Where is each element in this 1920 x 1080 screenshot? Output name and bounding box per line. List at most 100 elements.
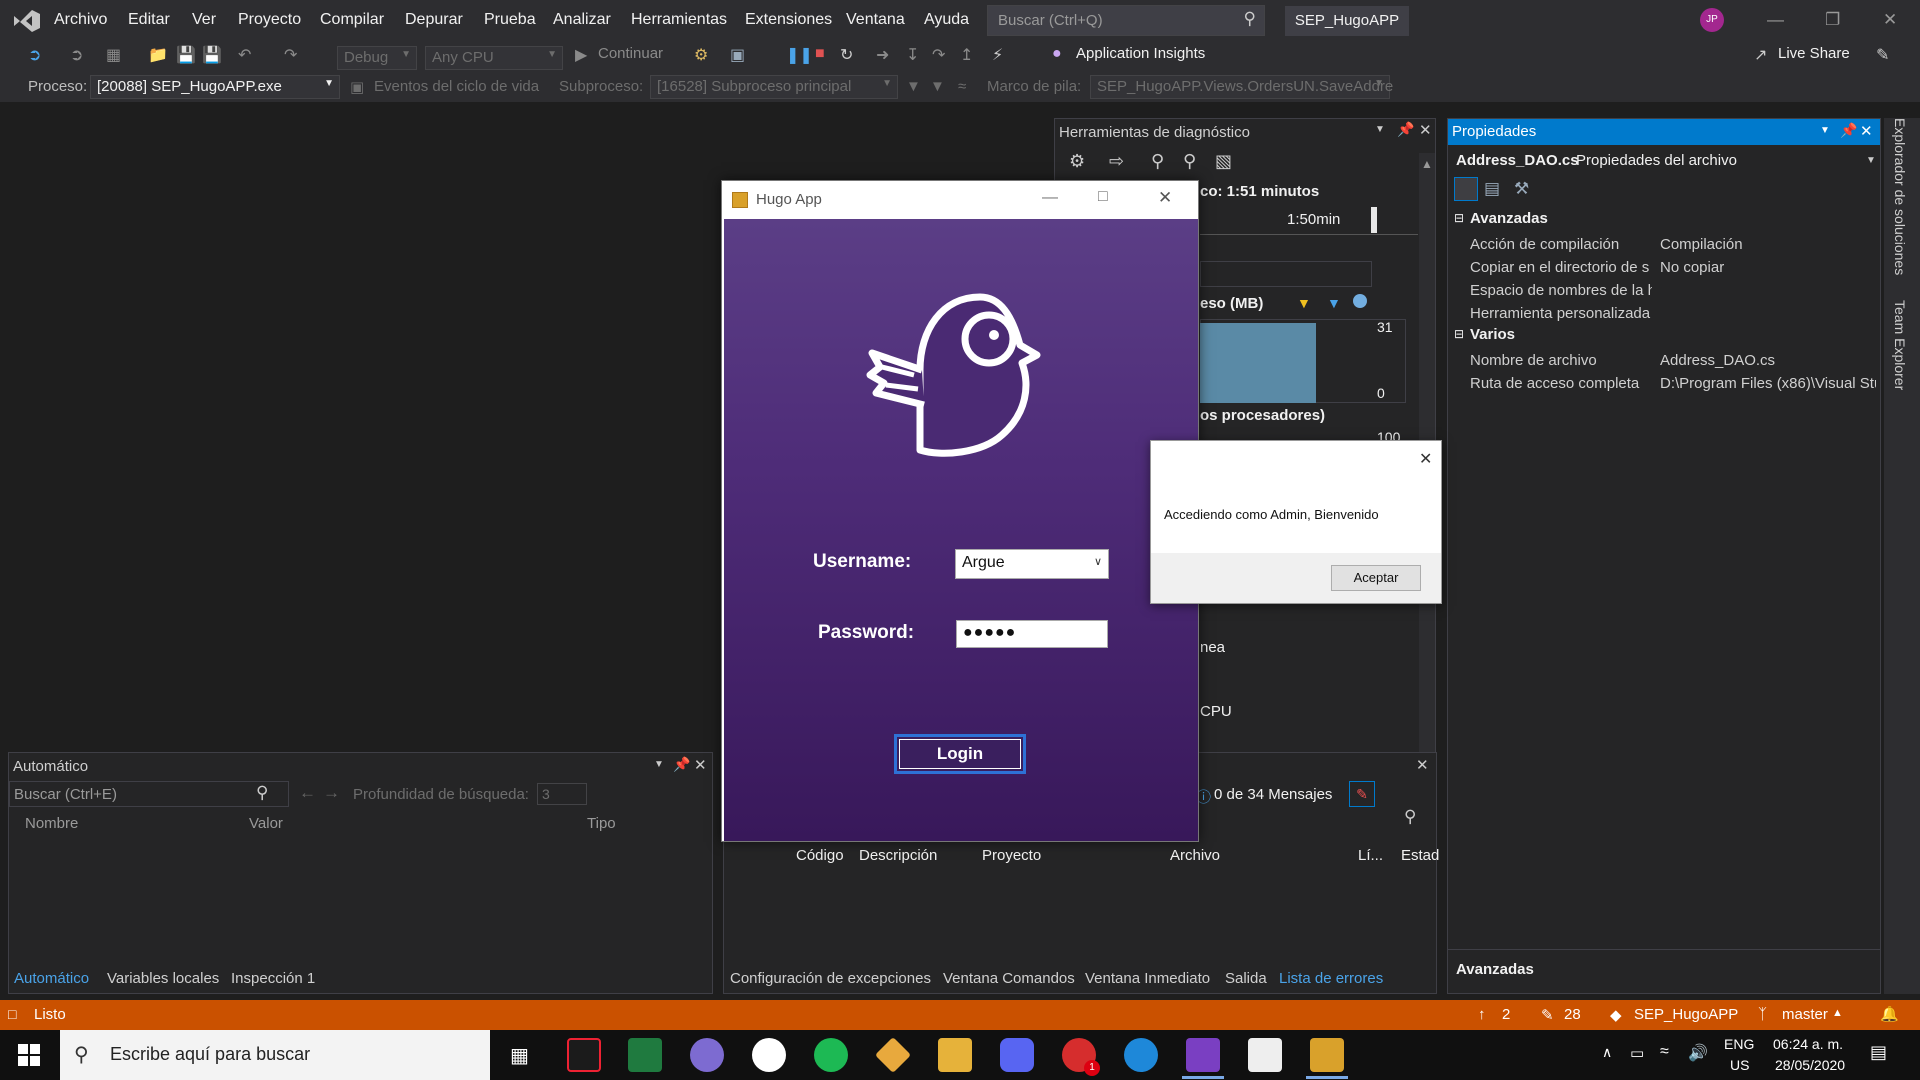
filter-icon[interactable]: ▼ — [906, 78, 921, 95]
action-center-icon[interactable]: ▤ — [1870, 1042, 1887, 1063]
alphabetical-icon[interactable]: ▤ — [1484, 179, 1500, 199]
thread-select[interactable]: [16528] Subproceso principal ▼ — [650, 75, 898, 99]
sourcetree-icon[interactable] — [874, 1036, 912, 1074]
close-panel-icon[interactable]: ✕ — [1416, 756, 1429, 774]
accept-button[interactable]: Aceptar — [1331, 565, 1421, 591]
redo-icon[interactable]: ↷ — [284, 45, 297, 65]
menu-ayuda[interactable]: Ayuda — [924, 11, 969, 29]
unpushed-count[interactable]: 2 — [1502, 1006, 1510, 1023]
summary-row[interactable]: nea — [1200, 639, 1225, 656]
search-icon[interactable]: ⚲ — [1404, 807, 1416, 827]
screenshot-icon[interactable]: ▣ — [730, 45, 745, 65]
password-field[interactable]: ●●●●● — [956, 620, 1108, 648]
region-code[interactable]: US — [1730, 1057, 1749, 1073]
restore-icon[interactable]: ❐ — [1825, 10, 1840, 30]
close-panel-icon[interactable]: ✕ — [1419, 121, 1432, 139]
file-explorer-icon[interactable] — [938, 1038, 972, 1072]
battery-icon[interactable]: ▭ — [1630, 1044, 1644, 1062]
pause-icon[interactable]: ❚❚ — [786, 45, 813, 65]
lifecycle-events-button[interactable]: Eventos del ciclo de vida — [374, 78, 539, 95]
tab-locals[interactable]: Variables locales — [107, 970, 219, 987]
menu-compilar[interactable]: Compilar — [320, 11, 384, 29]
tab-output[interactable]: Salida — [1225, 970, 1267, 987]
app-icon[interactable] — [690, 1038, 724, 1072]
app-insights-button[interactable]: Application Insights — [1076, 45, 1205, 62]
minimize-icon[interactable]: — — [1042, 189, 1058, 207]
tab-error-list[interactable]: Lista de errores — [1279, 970, 1383, 987]
windows-start-icon[interactable] — [18, 1044, 40, 1066]
pin-icon[interactable]: 📌 — [1397, 121, 1414, 138]
username-combobox[interactable]: Argue ∨ — [955, 549, 1109, 579]
continue-icon[interactable]: ▶ — [575, 45, 587, 65]
menu-ver[interactable]: Ver — [192, 11, 216, 29]
tab-command-window[interactable]: Ventana Comandos — [943, 970, 1075, 987]
category-varios[interactable]: Varios — [1470, 326, 1515, 343]
avatar[interactable]: JP — [1700, 8, 1724, 32]
column-code[interactable]: Código — [796, 847, 844, 864]
branch-name[interactable]: master — [1782, 1006, 1828, 1023]
menu-editar[interactable]: Editar — [128, 11, 170, 29]
live-share-button[interactable]: Live Share — [1778, 45, 1850, 62]
category-avanzadas[interactable]: Avanzadas — [1470, 210, 1548, 227]
tab-watch-1[interactable]: Inspección 1 — [231, 970, 315, 987]
edge-icon[interactable] — [1124, 1038, 1158, 1072]
search-input[interactable]: Buscar (Ctrl+Q) ⚲ — [987, 5, 1265, 36]
rider-icon[interactable] — [567, 1038, 601, 1072]
column-status[interactable]: Estad — [1401, 847, 1439, 864]
column-type[interactable]: Tipo — [587, 815, 616, 832]
settings-gear-icon[interactable]: ⚙ — [1069, 151, 1085, 172]
property-pages-icon[interactable]: ⚒ — [1514, 179, 1529, 199]
categorized-icon[interactable] — [1454, 177, 1478, 201]
hugo-app-icon[interactable] — [1310, 1038, 1344, 1072]
column-name[interactable]: Nombre — [25, 815, 78, 832]
config-select[interactable]: Debug ▼ — [337, 46, 417, 70]
stack-frame-select[interactable]: SEP_HugoAPP.Views.OrdersUN.SaveAddre ▼ — [1090, 75, 1393, 99]
step-out-icon[interactable]: ↥ — [960, 45, 973, 65]
solution-explorer-tab[interactable]: Explorador de soluciones — [1892, 118, 1908, 275]
hot-reload-icon[interactable]: ⚡ — [992, 45, 1003, 65]
autos-search-input[interactable]: Buscar (Ctrl+E) ⚲ — [9, 781, 289, 807]
feedback-icon[interactable]: ✎ — [1876, 45, 1889, 65]
photos-icon[interactable] — [1248, 1038, 1282, 1072]
timeline-handle[interactable] — [1371, 207, 1377, 233]
pin-icon[interactable]: 📌 — [673, 756, 690, 773]
property-row[interactable]: Copiar en el directorio de s No copiar — [1470, 256, 1878, 279]
wifi-icon[interactable]: ≈ — [1660, 1043, 1669, 1061]
taskbar-search-box[interactable]: ⚲ Escribe aquí para buscar — [60, 1030, 490, 1080]
step-into-icon[interactable]: ↧ — [906, 45, 919, 65]
volume-icon[interactable]: 🔊 — [1688, 1043, 1708, 1063]
build-filter-icon[interactable]: ✎ — [1349, 781, 1375, 807]
new-item-icon[interactable]: ▦ — [106, 45, 121, 65]
menu-depurar[interactable]: Depurar — [405, 11, 463, 29]
chart-view-icon[interactable]: ▧ — [1215, 151, 1232, 172]
tab-exception-settings[interactable]: Configuración de excepciones — [730, 970, 931, 987]
clock-date[interactable]: 28/05/2020 — [1775, 1057, 1845, 1073]
menu-analizar[interactable]: Analizar — [553, 11, 611, 29]
undo-icon[interactable]: ↶ — [238, 45, 251, 65]
cpu-usage-row[interactable]: CPU — [1200, 703, 1232, 720]
pin-icon[interactable]: 📌 — [1840, 122, 1857, 139]
spotify-icon[interactable] — [814, 1038, 848, 1072]
save-all-icon[interactable]: 💾 — [202, 45, 222, 65]
forward-icon[interactable]: ➲ — [70, 45, 83, 65]
close-icon[interactable]: ✕ — [1419, 449, 1432, 469]
column-file[interactable]: Archivo — [1170, 847, 1220, 864]
mail-icon[interactable]: 1 — [1062, 1038, 1100, 1076]
menu-prueba[interactable]: Prueba — [484, 11, 536, 29]
attach-icon[interactable]: ⚙ — [694, 45, 708, 65]
chevron-up-icon[interactable]: ∧ — [1602, 1044, 1612, 1061]
excel-icon[interactable] — [628, 1038, 662, 1072]
process-select[interactable]: [20088] SEP_HugoAPP.exe ▼ — [90, 75, 340, 99]
menu-proyecto[interactable]: Proyecto — [238, 11, 301, 29]
filter-threads-icon[interactable]: ▼ — [930, 78, 945, 95]
team-explorer-tab[interactable]: Team Explorer — [1892, 300, 1908, 390]
column-description[interactable]: Descripción — [859, 847, 937, 864]
close-icon[interactable]: ✕ — [1883, 10, 1897, 30]
repository-name[interactable]: SEP_HugoAPP — [1634, 1006, 1738, 1023]
collapse-icon[interactable]: ⊟ — [1454, 211, 1464, 225]
close-panel-icon[interactable]: ✕ — [1860, 122, 1873, 140]
changes-count[interactable]: 28 — [1564, 1006, 1581, 1023]
save-icon[interactable]: 💾 — [176, 45, 196, 65]
chevron-down-icon[interactable]: ∨ — [1094, 555, 1102, 568]
panel-menu-icon[interactable]: ▼ — [654, 759, 664, 770]
